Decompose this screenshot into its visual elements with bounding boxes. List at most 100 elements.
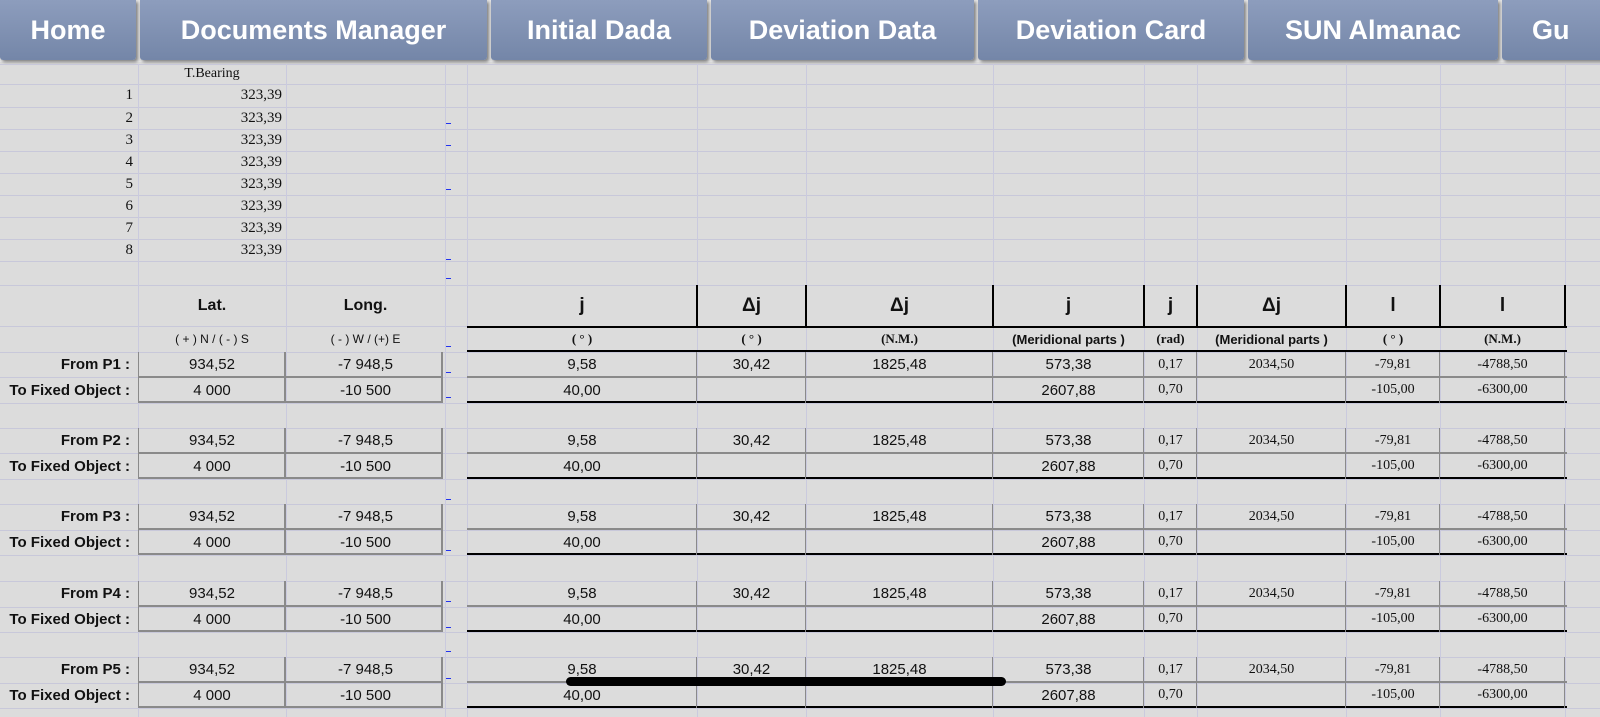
data-cell[interactable]: -6300,00	[1440, 682, 1565, 708]
data-cell[interactable]: 2034,50	[1197, 657, 1346, 682]
data-cell[interactable]	[806, 377, 993, 403]
data-cell[interactable]: 573,38	[993, 428, 1144, 453]
data-cell[interactable]: -79,81	[1346, 352, 1440, 377]
data-cell[interactable]: 40,00	[467, 453, 697, 479]
data-cell[interactable]	[697, 453, 806, 479]
hyperlink-marker[interactable]	[446, 397, 451, 398]
data-cell[interactable]: 2607,88	[993, 682, 1144, 708]
data-cell[interactable]: 573,38	[993, 657, 1144, 682]
data-cell[interactable]: 934,52	[138, 352, 286, 377]
data-cell[interactable]: 9,58	[467, 504, 697, 529]
data-cell[interactable]: 30,42	[697, 504, 806, 529]
data-cell[interactable]: 40,00	[467, 377, 697, 403]
data-cell[interactable]: 2607,88	[993, 606, 1144, 632]
data-cell[interactable]: 30,42	[697, 428, 806, 453]
data-cell[interactable]: -7 948,5	[286, 428, 445, 453]
hyperlink-marker[interactable]	[446, 346, 451, 347]
tab-initial-dada[interactable]: Initial Dada	[491, 0, 707, 60]
data-cell[interactable]: 2034,50	[1197, 428, 1346, 453]
data-cell[interactable]: -105,00	[1346, 529, 1440, 555]
data-cell[interactable]: -7 948,5	[286, 352, 445, 377]
data-cell[interactable]: -79,81	[1346, 504, 1440, 529]
data-cell[interactable]: 573,38	[993, 352, 1144, 377]
data-cell[interactable]: 1825,48	[806, 428, 993, 453]
data-cell[interactable]: 0,70	[1144, 682, 1197, 708]
data-cell[interactable]: -79,81	[1346, 428, 1440, 453]
tab-deviation-card[interactable]: Deviation Card	[978, 0, 1244, 60]
hyperlink-marker[interactable]	[446, 259, 451, 260]
data-cell[interactable]: -6300,00	[1440, 606, 1565, 632]
data-cell[interactable]	[1197, 377, 1346, 403]
hyperlink-marker[interactable]	[446, 372, 451, 373]
data-cell[interactable]: -4788,50	[1440, 581, 1565, 606]
data-cell[interactable]: -4788,50	[1440, 428, 1565, 453]
data-cell[interactable]: 573,38	[993, 504, 1144, 529]
bearing-value-cell[interactable]: 323,39	[138, 84, 282, 106]
data-cell[interactable]: 573,38	[993, 581, 1144, 606]
hyperlink-marker[interactable]	[446, 145, 451, 146]
data-cell[interactable]: -79,81	[1346, 657, 1440, 682]
data-cell[interactable]: 40,00	[467, 606, 697, 632]
hyperlink-marker[interactable]	[446, 278, 451, 279]
hyperlink-marker[interactable]	[446, 123, 451, 124]
data-cell[interactable]: -105,00	[1346, 606, 1440, 632]
data-cell[interactable]: 2034,50	[1197, 581, 1346, 606]
data-cell[interactable]: 0,17	[1144, 428, 1197, 453]
data-cell[interactable]: 40,00	[467, 529, 697, 555]
data-cell[interactable]: 4 000	[138, 529, 286, 555]
data-cell[interactable]: 1825,48	[806, 352, 993, 377]
data-cell[interactable]: 0,17	[1144, 504, 1197, 529]
data-cell[interactable]: 0,70	[1144, 529, 1197, 555]
data-cell[interactable]: -4788,50	[1440, 352, 1565, 377]
data-cell[interactable]	[1197, 682, 1346, 708]
data-cell[interactable]: 0,70	[1144, 377, 1197, 403]
bearing-value-cell[interactable]: 323,39	[138, 107, 282, 129]
data-cell[interactable]: 4 000	[138, 682, 286, 708]
data-cell[interactable]: -10 500	[286, 377, 445, 403]
home-indicator-bar[interactable]	[566, 677, 1006, 686]
data-cell[interactable]: 2607,88	[993, 453, 1144, 479]
hyperlink-marker[interactable]	[446, 499, 451, 500]
bearing-value-cell[interactable]: 323,39	[138, 217, 282, 239]
data-cell[interactable]: -10 500	[286, 453, 445, 479]
data-cell[interactable]: -7 948,5	[286, 657, 445, 682]
data-cell[interactable]: 0,70	[1144, 453, 1197, 479]
data-cell[interactable]: -10 500	[286, 606, 445, 632]
data-cell[interactable]	[806, 453, 993, 479]
tab-guide[interactable]: Gu	[1502, 0, 1600, 60]
hyperlink-marker[interactable]	[446, 627, 451, 628]
data-cell[interactable]: 0,17	[1144, 352, 1197, 377]
bearing-value-cell[interactable]: 323,39	[138, 239, 282, 261]
data-cell[interactable]	[697, 377, 806, 403]
data-cell[interactable]: -7 948,5	[286, 581, 445, 606]
hyperlink-marker[interactable]	[446, 189, 451, 190]
spreadsheet-grid[interactable]: T.Bearing 1 323,39 2 323,39 3 323,39 4 323,39 5 32…	[0, 64, 1600, 717]
tab-deviation-data[interactable]: Deviation Data	[711, 0, 974, 60]
data-cell[interactable]: -6300,00	[1440, 453, 1565, 479]
data-cell[interactable]: -10 500	[286, 682, 445, 708]
data-cell[interactable]: -6300,00	[1440, 377, 1565, 403]
data-cell[interactable]: -6300,00	[1440, 529, 1565, 555]
data-cell[interactable]: 2607,88	[993, 529, 1144, 555]
data-cell[interactable]: -79,81	[1346, 581, 1440, 606]
bearing-value-cell[interactable]: 323,39	[138, 173, 282, 195]
hyperlink-marker[interactable]	[446, 678, 451, 679]
data-cell[interactable]: 4 000	[138, 606, 286, 632]
bearing-value-cell[interactable]: 323,39	[138, 129, 282, 151]
data-cell[interactable]: -105,00	[1346, 682, 1440, 708]
data-cell[interactable]: 2034,50	[1197, 352, 1346, 377]
data-cell[interactable]	[1197, 453, 1346, 479]
data-cell[interactable]: 9,58	[467, 352, 697, 377]
hyperlink-marker[interactable]	[446, 651, 451, 652]
data-cell[interactable]: 1825,48	[806, 504, 993, 529]
data-cell[interactable]	[806, 606, 993, 632]
hyperlink-marker[interactable]	[446, 550, 451, 551]
data-cell[interactable]: 2607,88	[993, 377, 1144, 403]
data-cell[interactable]: 0,70	[1144, 606, 1197, 632]
data-cell[interactable]: 9,58	[467, 428, 697, 453]
data-cell[interactable]: -7 948,5	[286, 504, 445, 529]
data-cell[interactable]: 30,42	[697, 352, 806, 377]
data-cell[interactable]	[697, 529, 806, 555]
data-cell[interactable]: 30,42	[697, 581, 806, 606]
data-cell[interactable]: -10 500	[286, 529, 445, 555]
